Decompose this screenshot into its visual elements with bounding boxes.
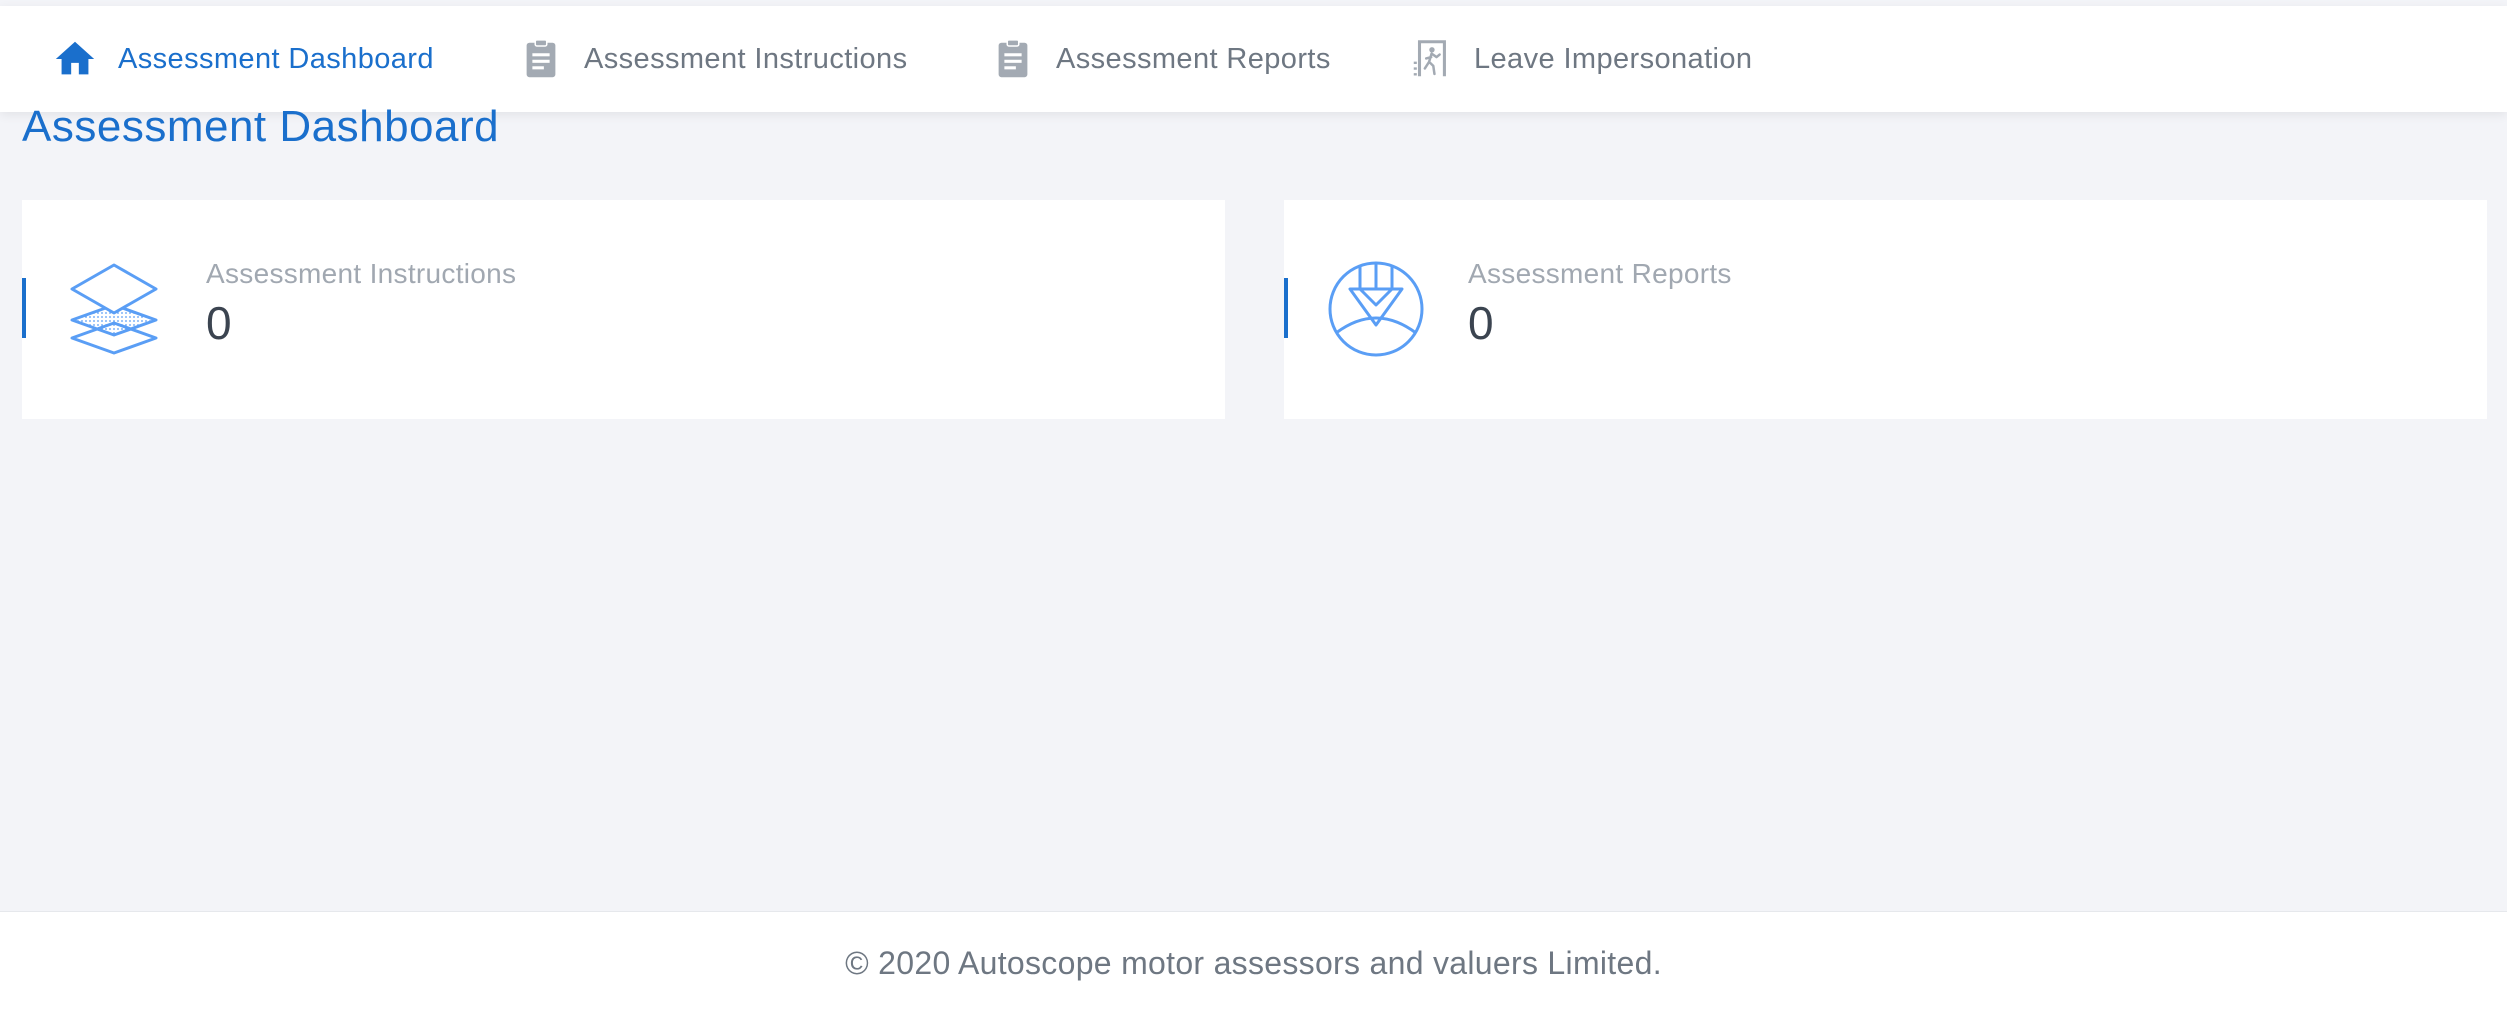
nav-item-leave-impersonation[interactable]: Leave Impersonation bbox=[1408, 6, 1752, 112]
clipboard-icon bbox=[518, 36, 564, 82]
home-icon bbox=[52, 36, 98, 82]
copyright-text: © 2020 Autoscope motor assessors and val… bbox=[845, 945, 1662, 981]
top-navigation: Assessment Dashboard Assessment Instruct… bbox=[0, 6, 2507, 112]
footer: © 2020 Autoscope motor assessors and val… bbox=[0, 911, 2507, 1015]
assessment-reports-card[interactable]: Assessment Reports 0 bbox=[1284, 200, 2487, 419]
card-count: 0 bbox=[1468, 297, 1494, 349]
exit-door-icon bbox=[1408, 36, 1454, 82]
clipboard-icon bbox=[990, 36, 1036, 82]
nav-item-assessment-reports[interactable]: Assessment Reports bbox=[990, 6, 1331, 112]
layers-icon bbox=[64, 259, 164, 359]
nav-item-label: Assessment Instructions bbox=[584, 42, 908, 75]
page-title: Assessment Dashboard bbox=[22, 102, 500, 151]
card-accent-bar bbox=[1284, 278, 1288, 338]
card-accent-bar bbox=[22, 278, 26, 338]
nav-item-label: Assessment Reports bbox=[1056, 42, 1331, 75]
card-label: Assessment Instructions bbox=[206, 258, 517, 289]
nav-item-label: Leave Impersonation bbox=[1474, 42, 1753, 75]
nav-item-assessment-instructions[interactable]: Assessment Instructions bbox=[518, 6, 908, 112]
card-label: Assessment Reports bbox=[1468, 258, 1732, 289]
nav-item-assessment-dashboard[interactable]: Assessment Dashboard bbox=[52, 6, 434, 112]
pen-nib-circle-icon bbox=[1326, 259, 1426, 359]
assessment-instructions-card[interactable]: Assessment Instructions 0 bbox=[22, 200, 1225, 419]
card-count: 0 bbox=[206, 297, 232, 349]
nav-item-label: Assessment Dashboard bbox=[118, 42, 434, 75]
